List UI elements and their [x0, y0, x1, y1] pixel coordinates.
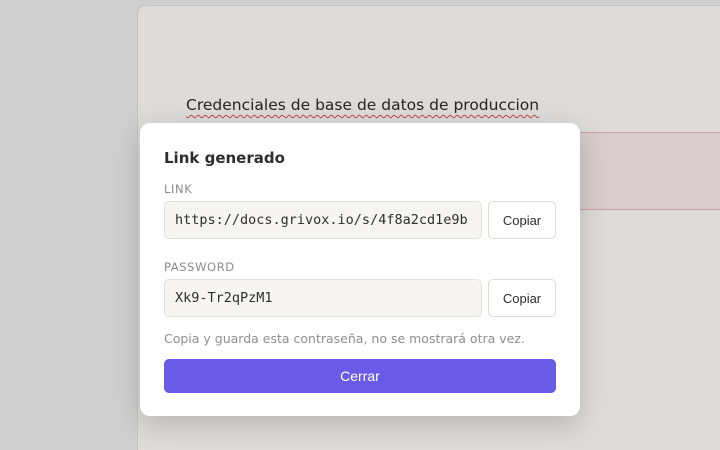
copy-link-button[interactable]: Copiar: [488, 201, 556, 239]
share-link-modal: Link generado LINK https://docs.grivox.i…: [140, 123, 580, 416]
password-label: PASSWORD: [164, 260, 235, 274]
close-button[interactable]: Cerrar: [164, 359, 556, 393]
link-label: LINK: [164, 182, 193, 196]
modal-title: Link generado: [164, 149, 285, 167]
password-hint: Copia y guarda esta contraseña, no se mo…: [164, 331, 525, 346]
password-row: Xk9-Tr2qPzM1 Copiar: [164, 279, 556, 317]
link-row: https://docs.grivox.io/s/4f8a2cd1e9b Cop…: [164, 201, 556, 239]
link-field[interactable]: https://docs.grivox.io/s/4f8a2cd1e9b: [164, 201, 482, 239]
copy-password-button[interactable]: Copiar: [488, 279, 556, 317]
password-field[interactable]: Xk9-Tr2qPzM1: [164, 279, 482, 317]
